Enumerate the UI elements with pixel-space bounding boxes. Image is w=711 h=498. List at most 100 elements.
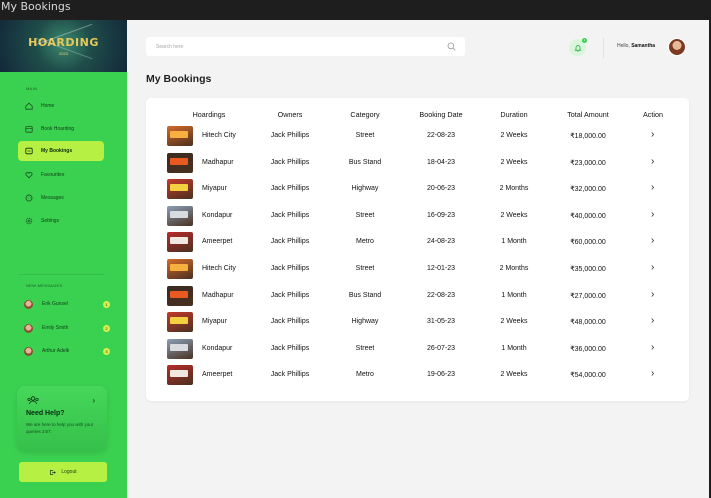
cell-duration: 2 Weeks [500,158,528,166]
chevron-right-icon[interactable]: › [651,235,654,246]
hoarding-name: Madhapur [202,158,234,166]
message-item[interactable]: Arthur Adelk 3 [24,345,110,357]
hoarding-thumbnail [167,259,193,279]
sidebar-item-messages[interactable]: Messages [18,188,104,208]
cell-amount: ₹54,000.00 [570,372,606,380]
help-card[interactable]: › Need Help? We are here to help you wit… [17,386,107,451]
chevron-right-icon[interactable]: › [651,129,654,140]
chevron-right-icon[interactable]: › [651,342,654,353]
table-row[interactable]: Hitech City Jack Phillips Street 12-01-23 2 … [146,257,689,283]
column-header-action: Action [643,110,663,119]
table-row[interactable]: Madhapur Jack Phillips Bus Stand 22-08-23 1 … [146,284,689,310]
cell-owner: Jack Phillips [270,291,310,299]
table-row[interactable]: Miyapur Jack Phillips Highway 20-06-23 2 Mon… [146,177,689,203]
help-title: Need Help? [26,410,65,417]
table-row[interactable]: Miyapur Jack Phillips Highway 31-05-23 2 Wee… [146,310,689,336]
hoarding-name: Ameerpet [202,371,233,379]
cell-category: Street [355,344,375,352]
table-row[interactable]: Kondapur Jack Phillips Street 16-09-23 2 Wee… [146,204,689,230]
chevron-right-icon[interactable]: › [651,289,654,300]
unread-badge: 3 [103,347,110,355]
search-icon[interactable] [447,42,456,51]
message-item[interactable]: Emily Smith 2 [24,322,110,334]
chevron-right-icon[interactable]: › [651,182,654,193]
table-row[interactable]: Hitech City Jack Phillips Street 22-08-23 2 … [146,124,689,150]
hoarding-name: Hitech City [202,132,236,139]
cell-duration: 2 Weeks [500,318,528,326]
hoarding-name: Miyapur [202,318,227,326]
hoarding-thumbnail [167,126,193,146]
cell-duration: 2 Weeks [500,371,528,379]
cell-amount: ₹23,000.00 [570,159,606,167]
calendar-icon [25,126,33,133]
hoarding-thumbnail [167,338,193,359]
brand-logo[interactable]: HOARDING 2023 [0,20,127,72]
column-header-booking-date: Booking Date [419,110,463,119]
user-avatar[interactable] [668,38,686,56]
hoarding-name: Ameerpet [202,238,233,246]
cell-duration: 1 Month [501,238,527,246]
chevron-right-icon[interactable]: › [651,315,654,326]
cell-amount: ₹35,000.00 [570,266,606,273]
cell-category: Highway [351,185,379,193]
cell-duration: 2 Weeks [500,211,528,219]
cell-amount: ₹60,000.00 [570,239,606,247]
logout-button[interactable]: Logout [19,462,107,482]
logout-icon [50,469,57,475]
sidebar-item-settings[interactable]: Settings [18,211,104,231]
hoarding-name: Hitech City [202,265,236,272]
cell-date: 19-06-23 [426,371,456,379]
chevron-right-icon[interactable]: › [651,156,654,167]
cell-duration: 2 Months [499,185,529,193]
message-icon [25,194,33,202]
window-title: My Bookings [0,0,711,20]
search-input[interactable] [156,43,426,50]
cell-category: Street [355,132,375,139]
table-row[interactable]: Ameerpet Jack Phillips Metro 19-06-23 2 Week… [146,363,689,389]
greeting-prefix: Hello, [617,43,630,49]
home-icon [25,102,33,110]
cell-category: Bus Stand [348,158,382,166]
hoarding-thumbnail [167,232,193,253]
table-row[interactable]: Ameerpet Jack Phillips Metro 24-08-23 1 Mont… [146,230,689,256]
cell-date: 22-08-23 [426,291,456,299]
header-divider [603,38,604,58]
search-bar[interactable] [146,37,465,56]
sidebar-item-label: Messages [41,195,64,201]
cell-duration: 1 Month [501,344,527,352]
cell-duration: 1 Month [501,291,527,299]
avatar [24,346,33,356]
section-label-main: MAIN [26,86,38,91]
cell-owner: Jack Phillips [270,238,310,246]
unread-badge: 2 [103,324,110,332]
page-title: My Bookings [146,73,212,85]
table-row[interactable]: Madhapur Jack Phillips Bus Stand 18-04-23 2 … [146,151,689,177]
cell-date: 16-09-23 [426,211,456,219]
unread-badge: 1 [103,300,110,308]
sidebar-item-home[interactable]: Home [18,96,104,116]
cell-category: Metro [356,238,374,246]
sidebar-item-favourites[interactable]: Favourites [18,165,104,185]
cell-owner: Jack Phillips [270,158,310,166]
table-row[interactable]: Kondapur Jack Phillips Street 26-07-23 1 Mon… [146,337,689,363]
sidebar-item-label: Home [41,103,55,109]
chevron-right-icon[interactable]: › [92,396,95,405]
notification-button[interactable]: 1 [569,38,587,56]
cell-amount: ₹18,000.00 [570,133,606,140]
message-item[interactable]: Erik Gunsel 1 [24,298,110,310]
message-sender: Emily Smith [42,325,69,331]
app-window: HOARDING 2023 MAIN Home Book Hoarding My… [0,20,709,498]
column-header-hoardings: Hoardings [192,110,226,119]
chevron-right-icon[interactable]: › [651,368,654,379]
cell-date: 20-06-23 [426,185,456,193]
sidebar-item-my-bookings[interactable]: My Bookings [18,141,104,161]
sidebar-item-book-hoarding[interactable]: Book Hoarding [18,119,104,139]
bookings-icon [25,147,33,155]
hoarding-thumbnail [167,152,193,173]
section-label-new-messages: NEW MESSAGES [26,283,63,288]
chevron-right-icon[interactable]: › [651,209,654,220]
sidebar-divider [18,274,104,275]
chevron-right-icon[interactable]: › [651,262,654,273]
cell-date: 31-05-23 [426,318,456,326]
cell-category: Bus Stand [348,291,382,299]
